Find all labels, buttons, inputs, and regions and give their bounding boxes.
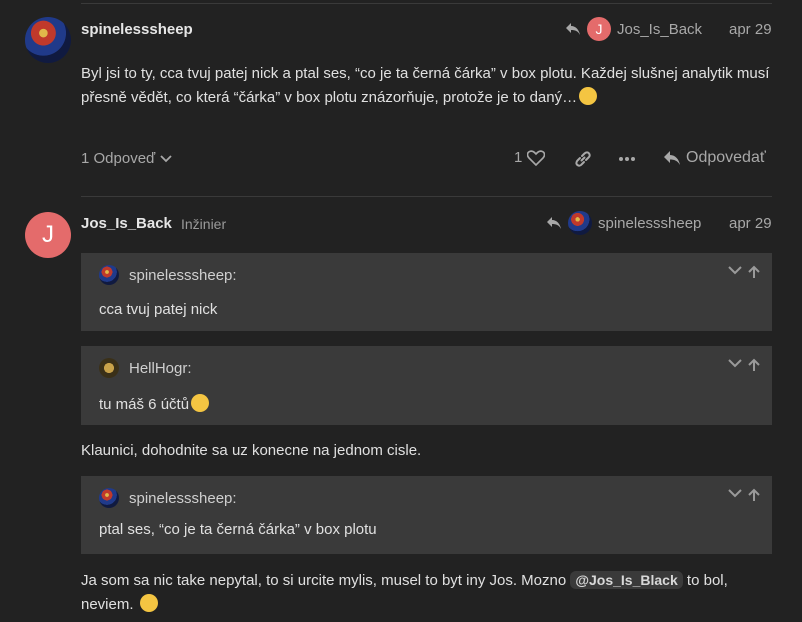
top-divider xyxy=(81,3,772,4)
avatar xyxy=(99,265,119,285)
link-icon xyxy=(574,150,592,168)
quote-text: ptal ses, “co je ta černá čárka” v box p… xyxy=(99,521,377,538)
reply-label: Odpovedať xyxy=(686,149,766,166)
show-replies-button[interactable]: 1 Odpoveď xyxy=(81,150,172,167)
ellipsis-icon xyxy=(618,150,636,168)
post-paragraph: Klaunici, dohodnite sa uz konecne na jed… xyxy=(81,442,422,459)
post-date[interactable]: apr 29 xyxy=(729,21,772,38)
post-body-line: Ja som sa nic take nepytal, to si urcite… xyxy=(81,571,728,589)
post-author[interactable]: Jos_Is_Back xyxy=(81,215,172,232)
post-author[interactable]: spinelesssheep xyxy=(81,21,193,38)
avatar[interactable] xyxy=(25,17,71,63)
more-options-button[interactable] xyxy=(618,150,636,168)
chevron-down-icon xyxy=(160,154,172,163)
quote-block: spinelesssheep: cca tvuj patej nick xyxy=(81,253,772,331)
post-body: Byl jsi to ty, cca tvuj patej nick a pta… xyxy=(81,62,781,110)
grin-emoji xyxy=(191,394,210,412)
like-button[interactable]: 1 xyxy=(514,149,546,166)
avatar xyxy=(99,358,119,378)
avatar xyxy=(99,488,119,508)
expand-quote-icon[interactable] xyxy=(728,358,742,372)
post-actions: 1 Odpoveď 1 Odpovedať xyxy=(81,147,772,171)
jump-to-post-icon[interactable] xyxy=(748,488,760,502)
reply-arrow-icon xyxy=(546,216,562,230)
reply-arrow-icon xyxy=(565,22,581,36)
replies-label: 1 Odpoveď xyxy=(81,150,156,167)
jump-to-post-icon[interactable] xyxy=(748,265,760,279)
quote-controls xyxy=(728,265,760,279)
post-paragraph: Ja som sa nic take nepytal, to si urcite… xyxy=(81,568,781,617)
quote-author: spinelesssheep: xyxy=(129,266,237,284)
quote-header[interactable]: spinelesssheep: xyxy=(99,488,237,508)
post-body-line: přesně vědět, co která “čárka” v box plo… xyxy=(81,86,781,110)
post-body-line: Byl jsi to ty, cca tvuj patej nick a pta… xyxy=(81,65,770,82)
avatar xyxy=(568,211,592,235)
reply-to-username: spinelesssheep xyxy=(598,214,702,232)
post-divider xyxy=(81,196,772,197)
avatar: J xyxy=(587,17,611,41)
reply-icon xyxy=(663,150,681,166)
quote-block: HellHogr: tu máš 6 účtů xyxy=(81,346,772,425)
reply-to-tab[interactable]: J Jos_Is_Back xyxy=(565,17,702,41)
like-count: 1 xyxy=(514,149,523,166)
quote-text: cca tvuj patej nick xyxy=(99,301,218,318)
quote-header[interactable]: HellHogr: xyxy=(99,358,192,378)
quote-block: spinelesssheep: ptal ses, “co je ta čern… xyxy=(81,476,772,554)
user-mention-link[interactable]: @Jos_Is_Black xyxy=(570,571,683,589)
reply-button[interactable]: Odpovedať xyxy=(663,149,766,167)
quote-controls xyxy=(728,358,760,372)
quote-controls xyxy=(728,488,760,502)
share-link-button[interactable] xyxy=(574,150,592,168)
reply-to-username: Jos_Is_Back xyxy=(617,20,703,38)
reply-to-tab[interactable]: spinelesssheep xyxy=(546,211,701,235)
quote-author: spinelesssheep: xyxy=(129,489,237,507)
heart-icon xyxy=(527,149,546,166)
expand-quote-icon[interactable] xyxy=(728,488,742,502)
quote-text: tu máš 6 účtů xyxy=(99,394,210,413)
quote-author: HellHogr: xyxy=(129,359,192,377)
expand-quote-icon[interactable] xyxy=(728,265,742,279)
eye-roll-emoji xyxy=(579,87,598,105)
quote-header[interactable]: spinelesssheep: xyxy=(99,265,237,285)
post-body-line: neviem. xyxy=(81,593,781,617)
grin-emoji xyxy=(139,594,158,612)
user-title: Inžinier xyxy=(181,216,227,232)
avatar[interactable]: J xyxy=(25,212,71,258)
jump-to-post-icon[interactable] xyxy=(748,358,760,372)
post-date[interactable]: apr 29 xyxy=(729,215,772,232)
